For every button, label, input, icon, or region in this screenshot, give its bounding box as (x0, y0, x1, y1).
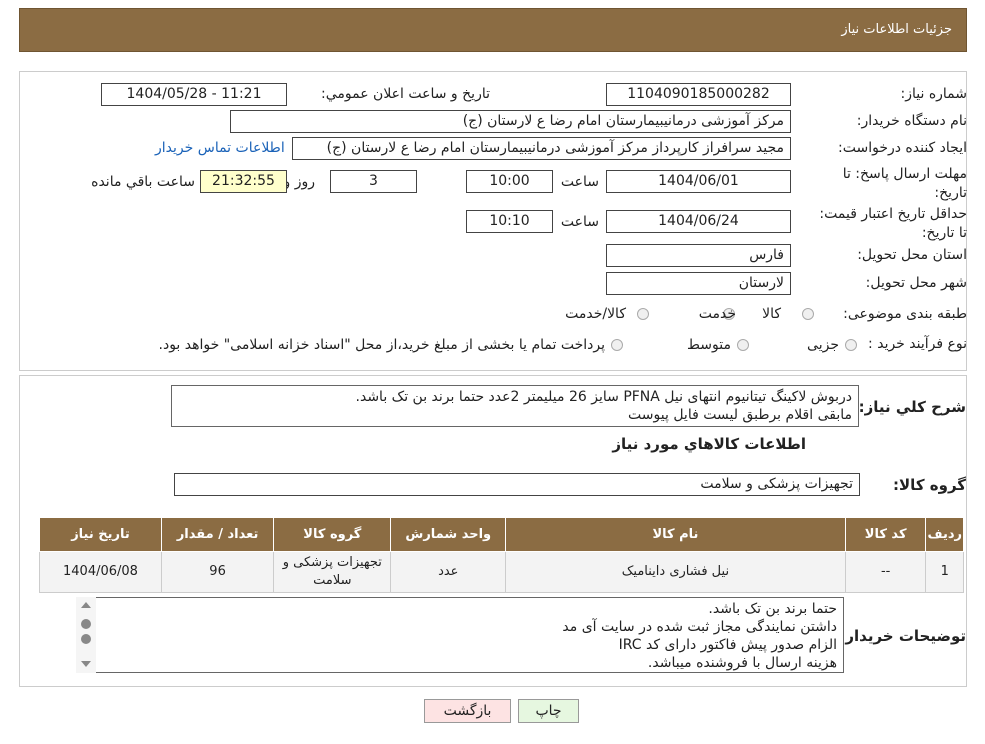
province-label: استان محل تحویل: (857, 247, 967, 263)
process-option-medium: متوسط (687, 337, 731, 353)
category-option-goods-service: کالا/خدمت (565, 306, 626, 322)
city-field: لارستان (606, 272, 791, 295)
col-group: گروه کالا (273, 517, 392, 552)
col-code: کد کالا (844, 517, 927, 552)
goods-section-title: اطلاعات کالاهاي مورد نیاز (612, 435, 806, 453)
scroll-thumb-icon (81, 619, 91, 629)
cell-unit: عدد (390, 551, 507, 593)
process-radio-treasury[interactable] (611, 339, 623, 351)
col-row: ردیف (925, 517, 964, 552)
creator-field: مجید سرافراز کارپرداز مرکز آموزشی درمانی… (292, 137, 791, 160)
announce-field: 1404/05/28 - 11:21 (101, 83, 287, 106)
page-header: جزئیات اطلاعات نیاز (19, 8, 967, 52)
deadline-date-field: 1404/06/01 (606, 170, 791, 193)
buyer-note-line-1: حتما برند بن تک باشد. (708, 601, 837, 617)
validity-label: حداقل تاریخ اعتبار قیمت: تا تاریخ: (819, 206, 967, 241)
buyer-note-line-4: هزینه ارسال با فروشنده میباشد. (647, 655, 837, 671)
goods-table-container: ردیف کد کالا نام کالا واحد شمارش گروه کا… (39, 517, 964, 593)
need-number-field: 1104090185000282 (606, 83, 791, 106)
process-option-minor: جزیی (807, 337, 839, 353)
buyer-note-line-2: داشتن نمایندگی مجاز ثبت شده در سایت آی م… (562, 619, 837, 635)
validity-time-label: ساعت (560, 214, 599, 230)
category-option-goods: کالا (762, 306, 781, 322)
category-radio-goods[interactable] (802, 308, 814, 320)
process-label: نوع فرآیند خرید : (868, 336, 967, 352)
buyer-notes-textarea[interactable]: حتما برند بن تک باشد. داشتن نمایندگی مجا… (76, 597, 844, 673)
col-unit: واحد شمارش (390, 517, 507, 552)
cell-code: -- (844, 551, 927, 593)
deadline-time-label: ساعت (560, 174, 599, 190)
validity-time-field: 10:10 (466, 210, 553, 233)
back-button[interactable]: بازگشت (424, 699, 511, 723)
process-radio-medium[interactable] (737, 339, 749, 351)
province-field: فارس (606, 244, 791, 267)
category-radio-goods-service[interactable] (637, 308, 649, 320)
category-label: طبقه بندی موضوعی: (843, 306, 967, 322)
buyer-notes-label: توضیحات خریدار: (839, 627, 966, 645)
announce-label: تاریخ و ساعت اعلان عمومي: (321, 86, 490, 102)
col-name: نام کالا (505, 517, 846, 552)
print-button[interactable]: چاپ (518, 699, 579, 723)
table-row: 1 -- نیل فشاری داینامیک عدد تجهیزات پزشک… (39, 551, 964, 593)
col-date: تاریخ نیاز (39, 517, 162, 552)
cell-group: تجهیزات پزشکی و سلامت (273, 551, 392, 593)
creator-label: ایجاد کننده درخواست: (838, 140, 967, 156)
remaining-time-field: 21:32:55 (200, 170, 287, 193)
goods-group-label: گروه کالا: (893, 476, 966, 494)
goods-table-header: ردیف کد کالا نام کالا واحد شمارش گروه کا… (39, 517, 964, 552)
goods-table: ردیف کد کالا نام کالا واحد شمارش گروه کا… (39, 517, 964, 593)
summary-line-2: مابقی اقلام برطبق لیست فایل پیوست (628, 407, 852, 423)
summary-line-1: دربوش لاکینگ تیتانیوم انتهای نیل PFNA سا… (355, 389, 852, 405)
cell-name: نیل فشاری داینامیک (505, 551, 846, 593)
cell-row: 1 (925, 551, 964, 593)
buyer-org-label: نام دستگاه خریدار: (856, 113, 967, 129)
col-qty: تعداد / مقدار (160, 517, 275, 552)
goods-group-field: تجهیزات پزشکی و سلامت (174, 473, 860, 496)
deadline-label: مهلت ارسال پاسخ: تا تاریخ: (842, 166, 967, 201)
page-title: جزئیات اطلاعات نیاز (841, 22, 952, 37)
buyer-note-line-3: الزام صدور پیش فاکتور دارای کد IRC (618, 637, 837, 653)
days-field: 3 (330, 170, 417, 193)
cell-qty: 96 (160, 551, 275, 593)
buyer-contact-link[interactable]: اطلاعات تماس خریدار (155, 140, 285, 156)
summary-textarea: دربوش لاکینگ تیتانیوم انتهای نیل PFNA سا… (171, 385, 859, 427)
buyer-notes-scrollbar[interactable] (76, 597, 96, 673)
remaining-label: ساعت باقي مانده (91, 174, 195, 190)
buyer-org-field: مرکز آموزشی درمانیبیمارستان امام رضا ع ل… (230, 110, 791, 133)
days-label: روز و (283, 174, 316, 190)
validity-date-field: 1404/06/24 (606, 210, 791, 233)
need-number-label: شماره نیاز: (900, 86, 968, 102)
process-radio-minor[interactable] (845, 339, 857, 351)
category-option-service: خدمت (698, 306, 736, 322)
city-label: شهر محل تحویل: (865, 275, 967, 291)
deadline-time-field: 10:00 (466, 170, 553, 193)
summary-label: شرح کلي نیاز: (858, 398, 966, 416)
process-note: پرداخت تمام یا بخشی از مبلغ خرید،از محل … (158, 337, 605, 353)
cell-date: 1404/06/08 (39, 551, 162, 593)
